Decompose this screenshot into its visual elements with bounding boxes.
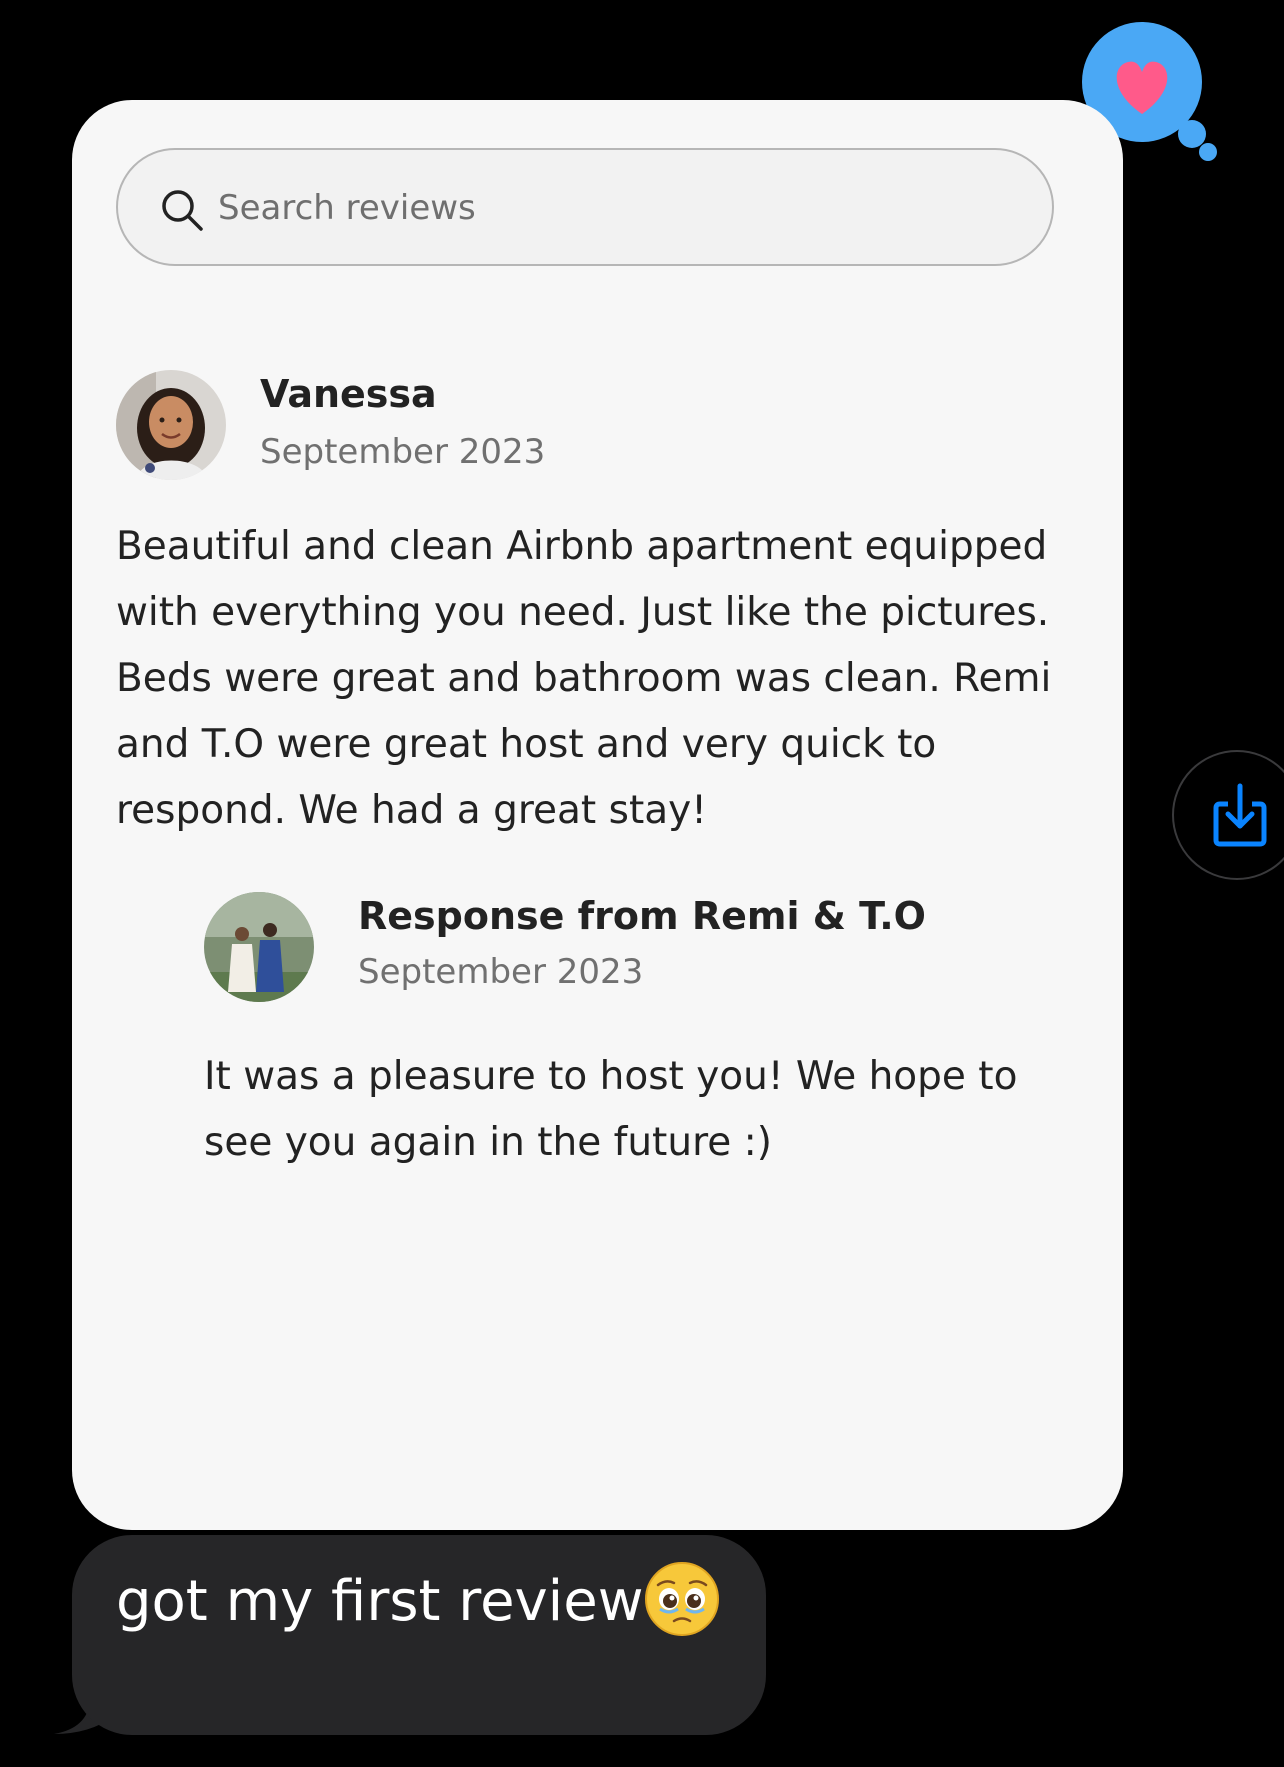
download-icon — [1213, 783, 1267, 847]
search-icon — [162, 190, 203, 231]
message-text: got my first review — [116, 1569, 644, 1634]
host-avatar — [204, 892, 314, 1002]
message-bubble[interactable]: got my first review — [72, 1535, 766, 1735]
shared-review-card[interactable]: Vanessa September 2023 Beautiful and cle… — [72, 100, 1123, 1530]
response-date: September 2023 — [358, 952, 644, 992]
share-button[interactable] — [1172, 750, 1284, 880]
review-text: Beautiful and clean Airbnb apartment equ… — [116, 524, 1052, 833]
reviewer-name: Vanessa — [260, 372, 437, 416]
response-title: Response from Remi & T.O — [358, 894, 926, 938]
pleading-face-emoji — [645, 1562, 719, 1636]
reviewer-avatar — [116, 370, 226, 480]
response-text: It was a pleasure to host you! We hope t… — [204, 1054, 1018, 1165]
search-input[interactable] — [218, 180, 998, 236]
search-bar[interactable] — [116, 148, 1054, 266]
review-date: September 2023 — [260, 432, 546, 472]
